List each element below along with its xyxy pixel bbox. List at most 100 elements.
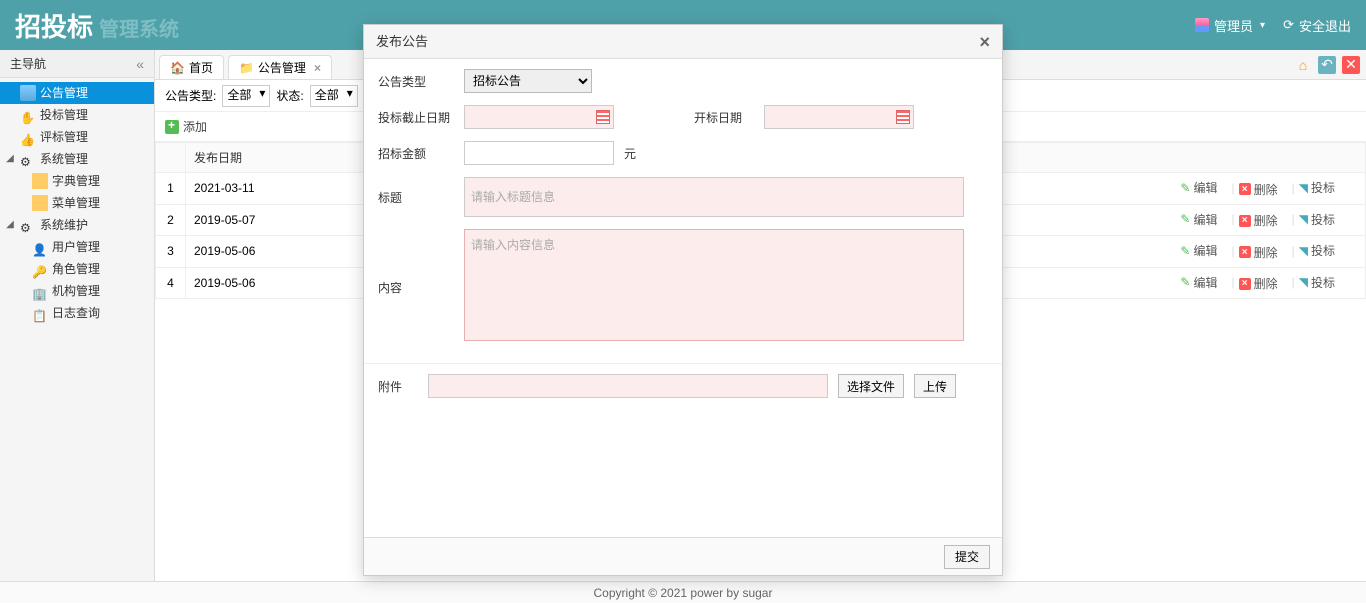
folder2-icon [32,195,48,211]
logout-icon: ⟳ [1283,17,1294,33]
dialog-header[interactable]: 发布公告 × [364,25,1002,59]
type-select[interactable]: 招标公告 [464,69,592,93]
delete-button[interactable]: × 删除 [1239,244,1278,261]
sidebar-item-用户管理[interactable]: 👤用户管理 [0,236,154,258]
attach-input[interactable] [428,374,828,398]
nav-label: 公告管理 [40,82,88,104]
sidebar-item-投标管理[interactable]: ✋投标管理 [0,104,154,126]
nav-label: 菜单管理 [52,192,100,214]
gear-icon: ⚙ [20,217,36,233]
sidebar-item-菜单管理[interactable]: 菜单管理 [0,192,154,214]
choose-file-button[interactable]: 选择文件 [838,374,904,398]
person-icon: 👤 [32,239,48,255]
delete-icon: × [1239,246,1251,258]
sidebar-item-日志查询[interactable]: 📋日志查询 [0,302,154,324]
sidebar-item-角色管理[interactable]: 🔑角色管理 [0,258,154,280]
tab-icon: 🏠 [170,56,185,80]
logout-button[interactable]: ⟳ 安全退出 [1283,16,1351,35]
sidebar-header: 主导航 « [0,50,154,78]
title-input[interactable] [464,177,964,217]
calendar-icon[interactable] [596,110,610,124]
tab-公告管理[interactable]: 📁公告管理 × [228,55,332,79]
footer: Copyright © 2021 power by sugar [0,581,1366,603]
delete-button[interactable]: × 删除 [1239,181,1278,198]
pencil-icon: ✎ [1180,212,1190,226]
dialog-close-icon[interactable]: × [979,25,990,59]
tabs-back-icon[interactable]: ↶ [1318,56,1336,74]
app-subtitle: 管理系统 [99,13,179,42]
bid-button[interactable]: ◥ 投标 [1299,242,1335,259]
sidebar-item-字典管理[interactable]: 字典管理 [0,170,154,192]
folder-icon [32,173,48,189]
delete-icon: × [1239,215,1251,227]
flag-icon: ◥ [1299,212,1308,226]
bid-button[interactable]: ◥ 投标 [1299,211,1335,228]
publish-dialog: 发布公告 × 公告类型 招标公告 投标截止日期 开标日 [363,24,1003,576]
upload-button[interactable]: 上传 [914,374,956,398]
tab-首页[interactable]: 🏠首页 [159,55,224,79]
row-idx: 3 [156,236,186,268]
tree-toggle-icon[interactable]: ◢ [4,148,16,170]
opendate-input[interactable] [764,105,914,129]
deadline-input[interactable] [464,105,614,129]
nav-label: 评标管理 [40,126,88,148]
tab-icon: 📁 [239,56,254,80]
delete-button[interactable]: × 删除 [1239,212,1278,229]
nav-label: 系统维护 [40,214,88,236]
edit-button[interactable]: ✎ 编辑 [1180,242,1217,259]
edit-button[interactable]: ✎ 编辑 [1180,274,1217,291]
title-field-label: 标题 [378,189,454,206]
delete-icon: × [1239,278,1251,290]
sidebar-collapse-icon[interactable]: « [136,50,144,78]
filter-status-select[interactable]: 全部 ▾ [310,85,358,107]
filter-type-label: 公告类型: [165,87,216,104]
add-label: 添加 [183,118,207,135]
tab-close-icon[interactable]: × [314,56,321,80]
plus-icon [165,120,179,134]
pencil-icon: ✎ [1180,244,1190,258]
sidebar-item-系统管理[interactable]: ◢⚙系统管理 [0,148,154,170]
content-field-label: 内容 [378,229,454,296]
tab-label: 首页 [189,56,213,80]
org-icon: 🏢 [32,283,48,299]
amount-unit: 元 [624,145,636,162]
header-right: 管理员 ▾ ⟳ 安全退出 [1195,16,1351,35]
amount-input[interactable] [464,141,614,165]
submit-button[interactable]: 提交 [944,545,990,569]
tab-label: 公告管理 [258,56,306,80]
header-left: 招投标 管理系统 [15,7,179,44]
nav-label: 日志查询 [52,302,100,324]
chevron-down-icon: ▾ [1260,20,1265,31]
edit-button[interactable]: ✎ 编辑 [1180,179,1217,196]
deadline-label: 投标截止日期 [378,109,454,126]
add-button[interactable]: 添加 [165,118,207,135]
delete-button[interactable]: × 删除 [1239,275,1278,292]
tree-toggle-icon[interactable]: ◢ [4,214,16,236]
content-textarea[interactable] [464,229,964,341]
attach-label: 附件 [378,378,418,395]
bid-button[interactable]: ◥ 投标 [1299,179,1335,196]
hand-icon: ✋ [20,107,36,123]
nav-label: 角色管理 [52,258,100,280]
delete-icon: × [1239,183,1251,195]
flag-icon: ◥ [1299,181,1308,195]
bid-button[interactable]: ◥ 投标 [1299,274,1335,291]
row-idx: 4 [156,267,186,299]
filter-type-select[interactable]: 全部 ▾ [222,85,270,107]
user-menu[interactable]: 管理员 ▾ [1195,16,1265,35]
nav-label: 机构管理 [52,280,100,302]
nav-label: 用户管理 [52,236,100,258]
filter-status-label: 状态: [276,87,303,104]
calendar-icon[interactable] [896,110,910,124]
bulletin-icon [20,85,36,101]
sidebar-item-系统维护[interactable]: ◢⚙系统维护 [0,214,154,236]
sidebar-item-机构管理[interactable]: 🏢机构管理 [0,280,154,302]
tabs-home-icon[interactable]: ⌂ [1294,56,1312,74]
sidebar-item-公告管理[interactable]: 公告管理 [0,82,154,104]
type-label: 公告类型 [378,73,454,90]
edit-button[interactable]: ✎ 编辑 [1180,211,1217,228]
table-header [156,143,186,173]
sidebar-item-评标管理[interactable]: 👍评标管理 [0,126,154,148]
pencil-icon: ✎ [1180,275,1190,289]
tabs-close-icon[interactable]: ✕ [1342,56,1360,74]
